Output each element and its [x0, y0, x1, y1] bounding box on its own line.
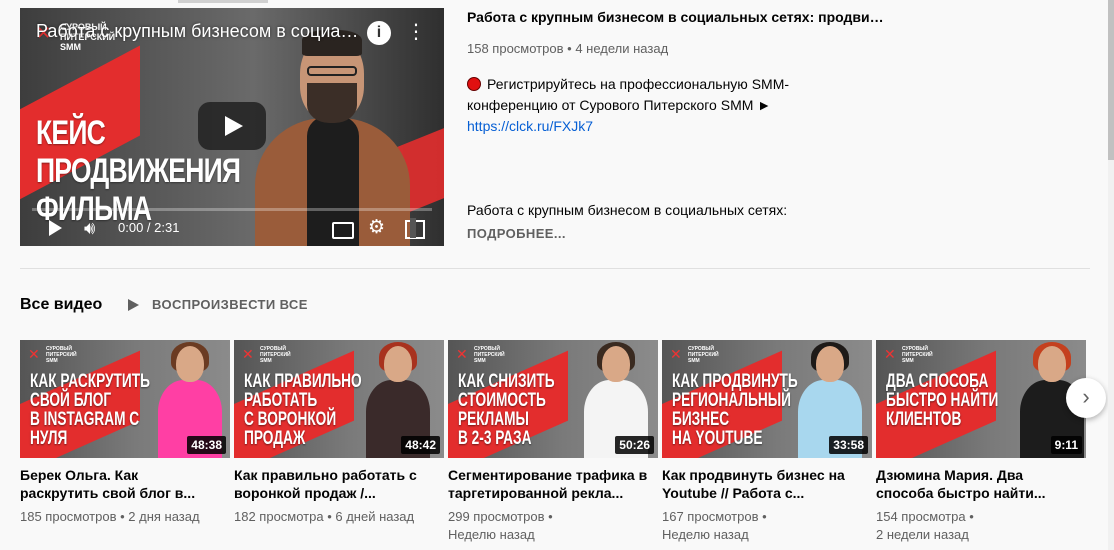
video-card[interactable]: ✕ СУРОВЫЙ ПИТЕРСКИЙ SMM ДВА СПОСОБА БЫСТР…	[876, 340, 1086, 550]
scrollbar-thumb[interactable]	[1108, 0, 1114, 160]
video-duration: 50:26	[615, 436, 654, 454]
thumbnail-headline: КАК ПРАВИЛЬНО РАБОТАТЬ С ВОРОНКОЙ ПРОДАЖ	[244, 371, 362, 449]
video-duration: 48:42	[401, 436, 440, 454]
video-title[interactable]: Как правильно работать с воронкой продаж…	[234, 466, 434, 502]
video-thumbnail[interactable]: ✕ СУРОВЫЙ ПИТЕРСКИЙ SMM КАК РАСКРУТИТЬ СВ…	[20, 340, 230, 458]
time-display: 0:00 / 2:31	[118, 220, 180, 235]
featured-video-player[interactable]: ✕ СУРОВЫЙ ПИТЕРСКИЙ SMM КЕЙС ПРОДВИЖЕНИЯ…	[20, 8, 444, 246]
video-card[interactable]: ✕ СУРОВЫЙ ПИТЕРСКИЙ SMM КАК ПРОДВИНУТЬ РЕ…	[662, 340, 872, 550]
video-meta: 182 просмотра • 6 дней назад	[234, 508, 444, 526]
channel-logo: ✕ СУРОВЫЙ ПИТЕРСКИЙ SMM	[242, 346, 291, 364]
video-title[interactable]: Как продвинуть бизнес на Youtube // Рабо…	[662, 466, 862, 502]
video-title[interactable]: Берек Ольга. Как раскрутить свой блог в.…	[20, 466, 220, 502]
next-arrow-icon[interactable]: ›	[1066, 378, 1106, 418]
thumbnail-headline: КАК РАСКРУТИТЬ СВОЙ БЛОГ В INSTAGRAM С НУЛ…	[30, 371, 150, 449]
upload-age: Неделю назад	[448, 527, 535, 542]
view-count-and-age: 299 просмотров •	[448, 509, 553, 524]
video-meta: 167 просмотров • Неделю назад	[662, 508, 872, 544]
channel-logo: ✕ СУРОВЫЙ ПИТЕРСКИЙ SMM	[884, 346, 933, 364]
video-meta: 154 просмотра • 2 недели назад	[876, 508, 1086, 544]
more-options-icon[interactable]: ⋮	[406, 20, 426, 44]
subtitles-icon[interactable]	[332, 216, 354, 240]
featured-video-title[interactable]: Работа с крупным бизнесом в социальных с…	[467, 8, 887, 26]
description-link[interactable]: https://clck.ru/FXJk7	[467, 116, 827, 137]
video-duration: 33:58	[829, 436, 868, 454]
play-icon[interactable]	[46, 216, 64, 240]
video-title[interactable]: Дзюмина Мария. Два способа быстро найти.…	[876, 466, 1076, 502]
fullscreen-icon[interactable]	[404, 216, 425, 240]
view-count-and-age: 167 просмотров •	[662, 509, 767, 524]
progress-bar[interactable]	[32, 208, 432, 211]
player-overlay-title[interactable]: Работа с крупным бизнесом в социальных с…	[36, 21, 366, 42]
play-all-button[interactable]: ВОСПРОИЗВЕСТИ ВСЕ	[124, 293, 308, 317]
video-card[interactable]: ✕ СУРОВЫЙ ПИТЕРСКИЙ SMM КАК РАСКРУТИТЬ СВ…	[20, 340, 230, 550]
video-card[interactable]: ✕ СУРОВЫЙ ПИТЕРСКИЙ SMM КАК СНИЗИТЬ СТОИМ…	[448, 340, 658, 550]
thumbnail-headline: КАК СНИЗИТЬ СТОИМОСТЬ РЕКЛАМЫ В 2-3 РАЗА	[458, 371, 555, 449]
play-icon	[128, 299, 139, 311]
video-duration: 9:11	[1050, 436, 1082, 454]
logo-icon: ✕	[456, 346, 468, 362]
video-card[interactable]: ✕ СУРОВЫЙ ПИТЕРСКИЙ SMM КАК ПРАВИЛЬНО РАБ…	[234, 340, 444, 550]
video-thumbnail[interactable]: ✕ СУРОВЫЙ ПИТЕРСКИЙ SMM ДВА СПОСОБА БЫСТР…	[876, 340, 1086, 458]
logo-icon: ✕	[28, 346, 40, 362]
video-meta: 185 просмотров • 2 дня назад	[20, 508, 230, 526]
volume-icon[interactable]: 🔊︎	[84, 216, 106, 240]
video-thumbnail[interactable]: ✕ СУРОВЫЙ ПИТЕРСКИЙ SMM КАК СНИЗИТЬ СТОИМ…	[448, 340, 658, 458]
upload-age: Неделю назад	[662, 527, 749, 542]
logo-icon: ✕	[242, 346, 254, 362]
video-title[interactable]: Сегментирование трафика в таргетированно…	[448, 466, 648, 502]
video-duration: 48:38	[187, 436, 226, 454]
featured-video-meta: 158 просмотров • 4 недели назад	[467, 41, 669, 56]
show-more-button[interactable]: ПОДРОБНЕЕ...	[467, 226, 566, 242]
info-icon[interactable]: i	[367, 21, 391, 45]
divider	[20, 268, 1090, 269]
channel-logo: ✕ СУРОВЫЙ ПИТЕРСКИЙ SMM	[456, 346, 505, 364]
shelf-title[interactable]: Все видео	[20, 295, 102, 315]
upload-age: 2 недели назад	[876, 527, 969, 542]
top-edge	[178, 0, 268, 3]
logo-icon: ✕	[670, 346, 682, 362]
video-meta: 299 просмотров • Неделю назад	[448, 508, 658, 544]
logo-icon: ✕	[884, 346, 896, 362]
speaker-figure	[255, 28, 410, 246]
thumbnail-headline: КАК ПРОДВИНУТЬ РЕГИОНАЛЬНЫЙ БИЗНЕС НА YOUTU…	[672, 371, 798, 449]
upload-age: 4 недели назад	[575, 41, 669, 56]
featured-description: Регистрируйтесь на профессиональную SMM-…	[467, 74, 827, 137]
video-thumbnail[interactable]: ✕ СУРОВЫЙ ПИТЕРСКИЙ SMM КАК ПРАВИЛЬНО РАБ…	[234, 340, 444, 458]
scrollbar[interactable]	[1108, 0, 1114, 550]
settings-gear-icon[interactable]: ⚙	[368, 216, 388, 240]
view-count-and-age: 182 просмотра • 6 дней назад	[234, 509, 415, 524]
red-circle-icon	[467, 77, 481, 91]
video-thumbnail[interactable]: ✕ СУРОВЫЙ ПИТЕРСКИЙ SMM КАК ПРОДВИНУТЬ РЕ…	[662, 340, 872, 458]
view-count-and-age: 154 просмотра •	[876, 509, 974, 524]
thumbnail-headline: ДВА СПОСОБА БЫСТРО НАЙТИ КЛИЕНТОВ	[886, 371, 999, 430]
channel-logo: ✕ СУРОВЫЙ ПИТЕРСКИЙ SMM	[28, 346, 77, 364]
channel-logo: ✕ СУРОВЫЙ ПИТЕРСКИЙ SMM	[670, 346, 719, 364]
view-count: 158 просмотров	[467, 41, 564, 56]
play-button-large[interactable]	[198, 102, 266, 150]
featured-description-line: Работа с крупным бизнесом в социальных с…	[467, 202, 788, 218]
view-count-and-age: 185 просмотров • 2 дня назад	[20, 509, 200, 524]
